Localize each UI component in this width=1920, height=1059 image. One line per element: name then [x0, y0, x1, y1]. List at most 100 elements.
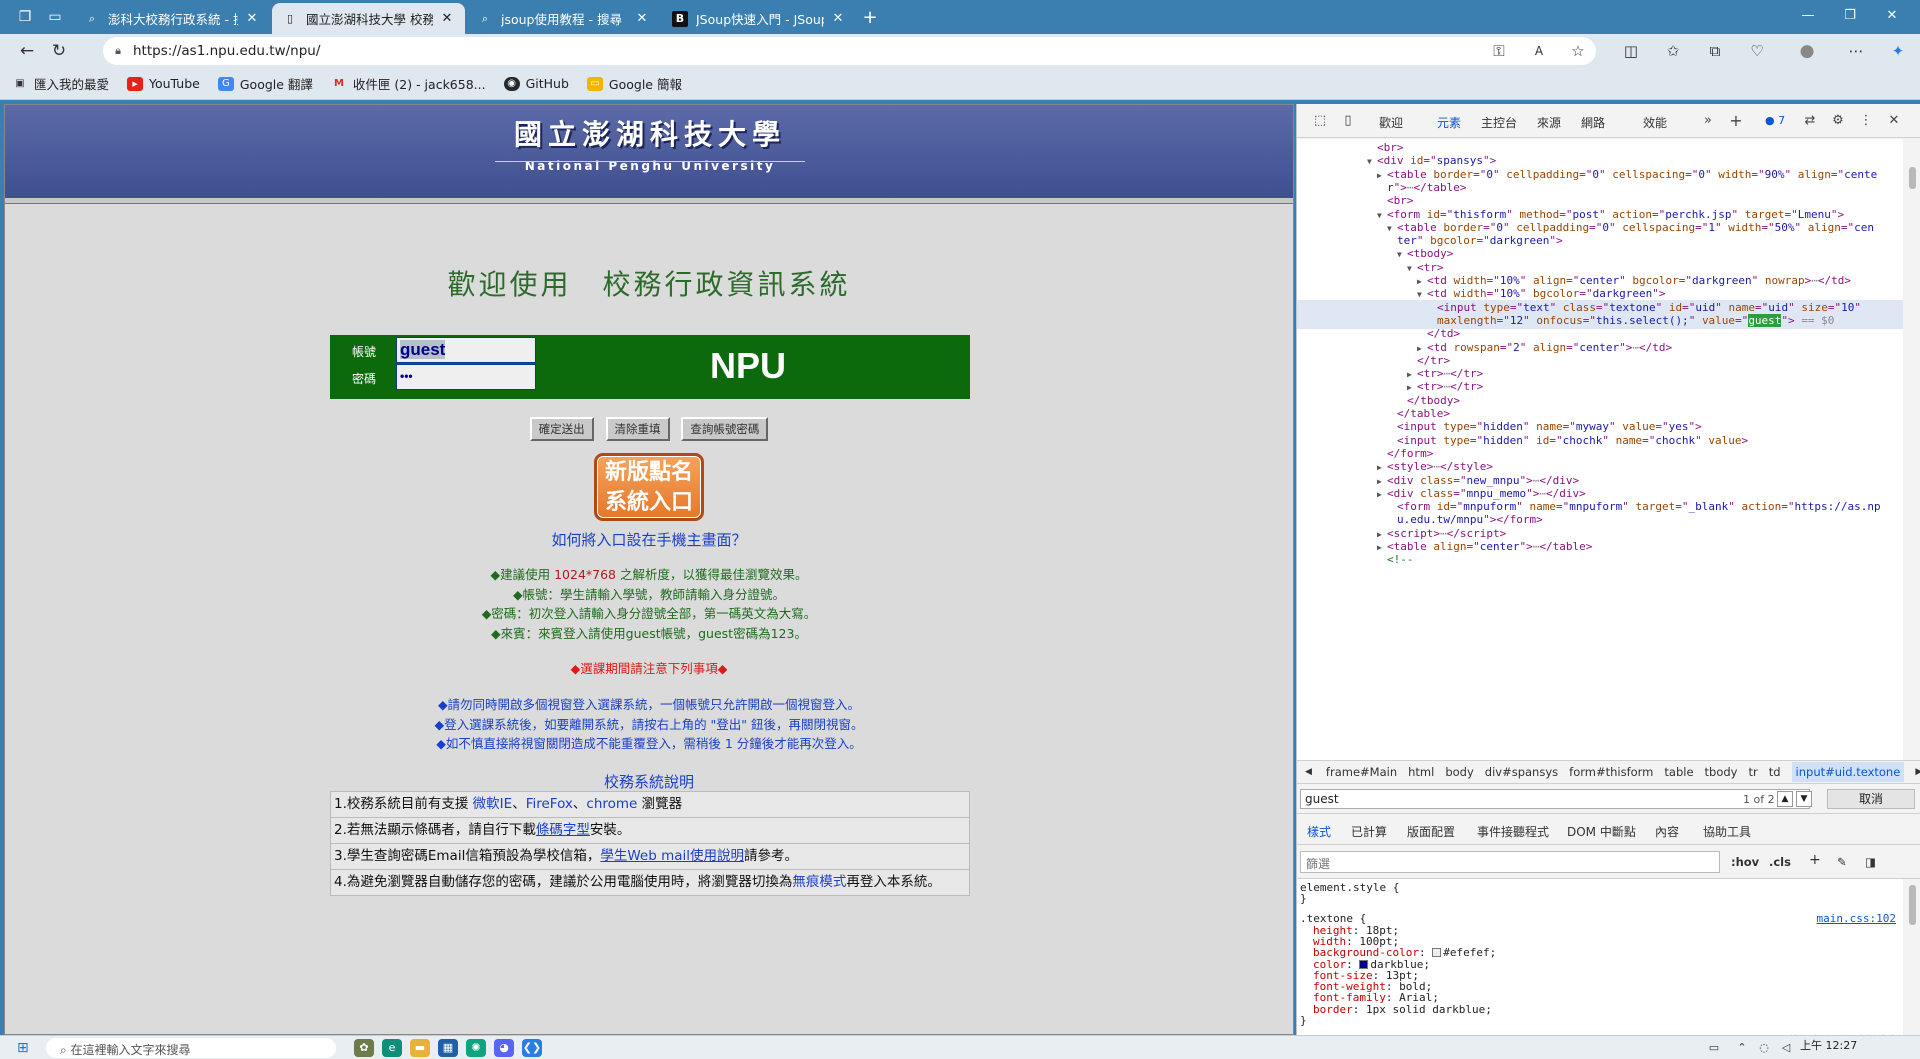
browser-tab-3[interactable]: ⌕ jsoup使用教程 - 搜尋 ✕ [467, 3, 660, 34]
query-account-button[interactable]: 查詢帳號密碼 [681, 417, 769, 441]
password-key-icon[interactable]: ⚿ [1485, 39, 1513, 63]
crumb-right-icon[interactable]: ▶ [1915, 767, 1920, 777]
workspaces-icon[interactable]: ❐ [13, 5, 37, 29]
dom-node-line[interactable]: ▶ <td rowspan="2" align="center">⋯</td> [1417, 340, 1672, 356]
devtools-tab-network[interactable]: 網路 [1581, 114, 1605, 131]
bookmark-youtube[interactable]: ▶ YouTube [127, 76, 200, 91]
add-tab-icon[interactable]: + [1727, 111, 1745, 130]
search-cancel-button[interactable]: 取消 [1827, 789, 1915, 809]
paint-brush-icon[interactable]: ✎ [1837, 855, 1847, 869]
scroll-thumb[interactable] [1909, 167, 1916, 189]
edge-icon[interactable]: e [382, 1039, 402, 1057]
refresh-icon[interactable]: ↻ [45, 39, 73, 63]
copilot-icon[interactable]: ✦ [1884, 39, 1912, 63]
tab-accessibility[interactable]: 協助工具 [1703, 823, 1751, 840]
collapse-triangle-icon[interactable]: ▼ [1367, 154, 1377, 170]
read-aloud-icon[interactable]: A [1525, 39, 1553, 63]
breadcrumb-item[interactable]: html [1408, 765, 1434, 779]
devtools-tab-console[interactable]: 主控台 [1481, 114, 1517, 131]
favorite-star-icon[interactable]: ☆ [1564, 39, 1592, 63]
breadcrumb-item[interactable]: table [1664, 765, 1693, 779]
collapse-triangle-icon[interactable]: ▼ [1407, 261, 1417, 277]
styles-rules-pane[interactable]: element.style {} .textone {main.css:102 he… [1297, 879, 1903, 1035]
volume-icon[interactable]: ◁ [1778, 1041, 1794, 1055]
collections-icon[interactable]: ⧉ [1701, 39, 1729, 63]
restore-icon[interactable]: ❐ [1830, 4, 1870, 28]
collapse-triangle-icon[interactable]: ▼ [1377, 208, 1387, 224]
issues-badge[interactable]: ● 7 [1765, 114, 1785, 127]
collapse-triangle-icon[interactable]: ▼ [1397, 247, 1407, 263]
dom-node-line[interactable]: <!-- [1377, 552, 1414, 568]
scroll-thumb[interactable] [1909, 885, 1916, 925]
barcode-font-link[interactable]: 條碼字型 [536, 822, 590, 838]
breadcrumb-item[interactable]: input#uid.textone [1791, 762, 1905, 782]
close-icon[interactable]: ✕ [830, 11, 846, 26]
rules-scrollbar[interactable] [1905, 879, 1919, 1035]
password-input[interactable]: ••• [396, 364, 536, 390]
back-icon[interactable]: ← [13, 39, 41, 63]
breadcrumb-item[interactable]: div#spansys [1485, 765, 1558, 779]
discord-icon[interactable]: ◕ [494, 1039, 514, 1057]
styles-filter-input[interactable]: 篩選 [1300, 851, 1720, 873]
color-swatch[interactable] [1432, 948, 1442, 958]
devtools-tab-performance[interactable]: 效能 [1643, 114, 1667, 131]
dom-search-input[interactable]: guest [1300, 789, 1810, 809]
device-emulation-icon[interactable]: ▯ [1339, 113, 1357, 129]
breadcrumb-item[interactable]: frame#Main [1326, 765, 1397, 779]
tray-expand-icon[interactable]: ⌃ [1734, 1041, 1750, 1055]
devtools-tab-welcome[interactable]: 歡迎 [1379, 114, 1403, 131]
windows-start-icon[interactable]: ⊞ [17, 1040, 33, 1056]
browser-tab-2[interactable]: ▯ 國立澎湖科技大學 校務行政資訊 ✕ [272, 3, 465, 34]
dom-scrollbar[interactable] [1905, 139, 1919, 761]
breadcrumb-item[interactable]: tr [1748, 765, 1757, 779]
browser-tab-4[interactable]: B JSoup快速入門 - JSoup教程 ✕ [662, 3, 856, 34]
new-rule-icon[interactable]: + [1809, 852, 1821, 868]
chatgpt-icon[interactable]: ✺ [466, 1039, 486, 1057]
address-bar[interactable]: 🔒︎ https://as1.npu.edu.tw/npu/ [103, 37, 1596, 65]
breadcrumb-item[interactable]: td [1769, 765, 1781, 779]
devtools-tab-sources[interactable]: 來源 [1537, 114, 1561, 131]
account-input[interactable]: guest [396, 337, 536, 363]
breadcrumb-item[interactable]: tbody [1705, 765, 1738, 779]
settings-gear-icon[interactable]: ⚙ [1829, 113, 1847, 129]
close-icon[interactable]: ✕ [634, 11, 650, 26]
dom-tree[interactable]: <br> ▼ <div id="spansys"> ▶ <table border="0… [1297, 139, 1903, 761]
more-menu-icon[interactable]: ⋯ [1842, 39, 1870, 63]
widget-icon[interactable]: ✿ [354, 1039, 374, 1057]
tab-actions-icon[interactable]: ▭ [43, 5, 67, 29]
customize-menu-icon[interactable]: ⋮ [1857, 113, 1875, 129]
vscode-icon[interactable]: ❮❯ [522, 1039, 542, 1057]
color-swatch[interactable] [1359, 959, 1369, 969]
connections-icon[interactable]: ⇄ [1801, 113, 1819, 129]
file-explorer-icon[interactable]: ▬ [410, 1039, 430, 1057]
devtools-tab-elements[interactable]: 元素 [1432, 114, 1466, 142]
inspect-element-icon[interactable]: ⬚ [1311, 113, 1329, 129]
tab-event-listeners[interactable]: 事件接聽程式 [1477, 823, 1549, 840]
browser-tab-1[interactable]: ⌕ 澎科大校務行政系統 - 搜尋 ✕ [74, 3, 270, 34]
search-next-icon[interactable]: ▼ [1796, 791, 1812, 807]
close-devtools-icon[interactable]: ✕ [1885, 113, 1903, 129]
store-icon[interactable]: ▦ [438, 1039, 458, 1057]
more-tabs-icon[interactable]: » [1699, 113, 1717, 129]
tab-properties[interactable]: 內容 [1655, 823, 1679, 840]
webmail-guide-link[interactable]: 學生Web mail使用說明 [600, 848, 744, 864]
browser-essentials-icon[interactable]: ♡ [1743, 39, 1771, 63]
bookmark-slides[interactable]: ▭ Google 簡報 [586, 74, 682, 93]
breadcrumb-item[interactable]: body [1445, 765, 1473, 779]
new-rollcall-entry-button[interactable]: 新版點名 系統入口 [594, 453, 704, 521]
howto-link[interactable]: 如何將入口設在手機主畫面？ [5, 529, 1293, 550]
style-rule-line[interactable]: } [1300, 892, 1900, 906]
minimize-icon[interactable]: — [1788, 4, 1828, 28]
style-rule-line[interactable]: } [1300, 1014, 1900, 1028]
reset-button[interactable]: 清除重填 [605, 417, 670, 441]
bookmark-gmail[interactable]: M 收件匣 (2) - jack658... [331, 74, 486, 93]
expand-triangle-icon[interactable]: ▶ [1377, 487, 1387, 503]
close-icon[interactable]: ✕ [439, 11, 455, 26]
taskbar-search-input[interactable]: ⌕ 在這裡輸入文字來搜尋 [46, 1038, 336, 1058]
tab-styles[interactable]: 樣式 [1302, 823, 1336, 849]
submit-button[interactable]: 確定送出 [529, 417, 594, 441]
hover-state-toggle[interactable]: :hov [1731, 855, 1759, 869]
crumb-left-icon[interactable]: ◀ [1305, 767, 1312, 777]
bookmark-translate[interactable]: G Google 翻譯 [217, 74, 313, 93]
tab-computed[interactable]: 已計算 [1351, 823, 1387, 840]
